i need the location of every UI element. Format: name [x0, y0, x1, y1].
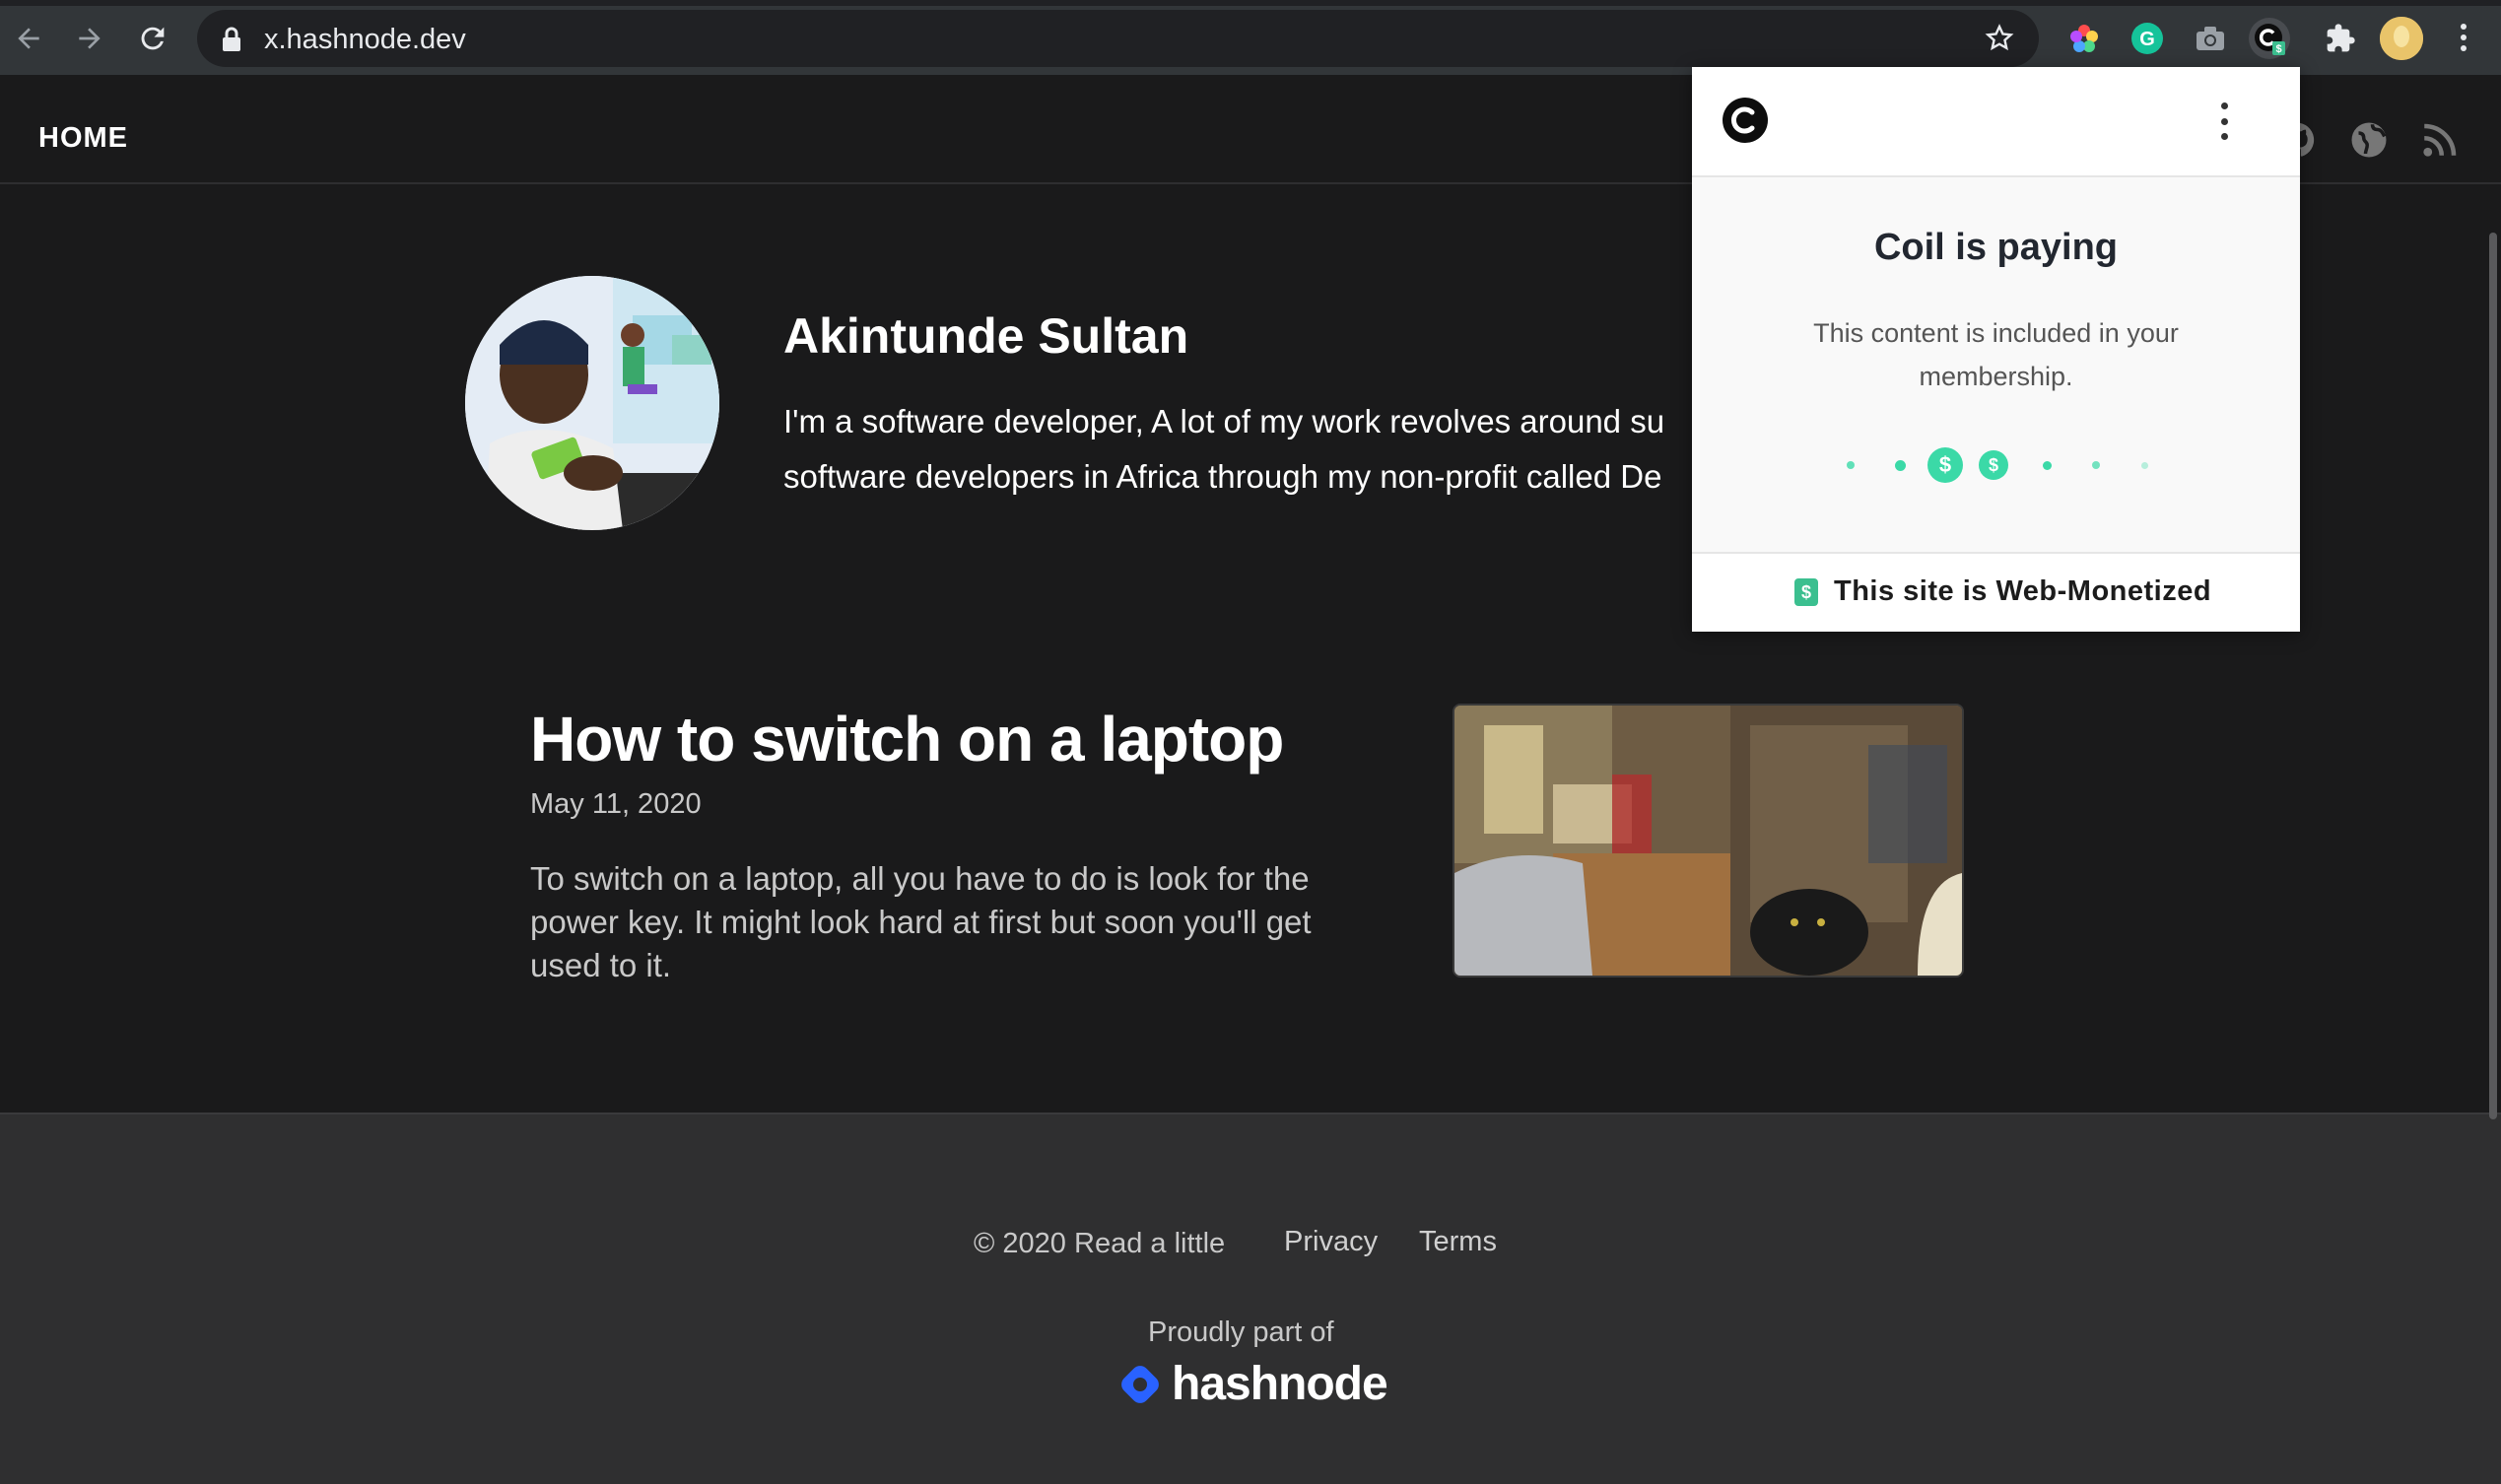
puzzle-icon	[2327, 24, 2355, 52]
coil-logo-icon	[1723, 98, 1768, 143]
tab-strip	[0, 0, 2501, 6]
lock-icon	[223, 27, 240, 51]
site-footer: © 2020 Read a little Privacy Terms Proud…	[0, 1113, 2501, 1484]
post-cover-image[interactable]	[1453, 704, 1964, 978]
coil-icon: $	[2255, 24, 2285, 55]
url-text: x.hashnode.dev	[264, 24, 466, 55]
author-photo	[465, 276, 719, 530]
proudly-part-of-text: Proudly part of	[1148, 1316, 1334, 1348]
coil-popup-header	[1692, 67, 2300, 177]
coil-payment-animation: $ $	[1692, 445, 2300, 485]
back-button[interactable]	[6, 16, 51, 61]
grammarly-extension[interactable]: G	[2127, 18, 2168, 59]
author-avatar	[465, 276, 719, 530]
extensions-menu-button[interactable]	[2320, 18, 2361, 59]
coil-status-subtitle: This content is included in your members…	[1813, 318, 2179, 391]
web-monetized-label: This site is Web-Monetized	[1834, 575, 2212, 607]
reload-button[interactable]	[130, 16, 175, 61]
author-bio: I'm a software developer, A lot of my wo…	[783, 394, 1769, 505]
payment-dot	[2092, 461, 2100, 469]
address-bar[interactable]: x.hashnode.dev	[197, 10, 2039, 67]
payment-coin: $	[1979, 450, 2008, 480]
coil-status-title: Coil is paying	[1873, 227, 2119, 268]
svg-text:$: $	[2275, 43, 2281, 55]
profile-avatar-button[interactable]	[2380, 17, 2423, 60]
author-bio-line: I'm a software developer, A lot of my wo…	[783, 403, 1665, 439]
camera-icon	[2197, 27, 2224, 50]
svg-text:G: G	[2139, 29, 2155, 50]
post-title[interactable]: How to switch on a laptop	[530, 703, 1284, 776]
privacy-link[interactable]: Privacy	[1284, 1226, 1378, 1258]
payment-dot	[2043, 461, 2052, 470]
author-bio-line: software developers in Africa through my…	[783, 458, 1662, 495]
coil-popup-body: Coil is paying This content is included …	[1692, 177, 2300, 552]
grammarly-icon: G	[2131, 23, 2163, 54]
cat-laptop-photo	[1454, 706, 1962, 976]
home-link[interactable]: HOME	[38, 122, 128, 155]
browser-toolbar: x.hashnode.dev G $	[0, 0, 2501, 75]
coil-extension[interactable]: $	[2249, 18, 2290, 59]
hashnode-brand-link[interactable]: hashnode	[1118, 1357, 1388, 1411]
bookmark-star-icon[interactable]	[1984, 23, 2015, 54]
browser-menu-button[interactable]	[2452, 18, 2475, 57]
scrollbar-thumb[interactable]	[2489, 233, 2497, 1119]
payment-dot	[2141, 462, 2148, 469]
color-picker-extension[interactable]	[2063, 18, 2105, 59]
coil-popup-footer: $ This site is Web-Monetized	[1692, 552, 2300, 632]
hashnode-wordmark: hashnode	[1172, 1358, 1388, 1410]
post-excerpt: To switch on a laptop, all you have to d…	[530, 860, 1312, 983]
color-wheel-icon	[2070, 25, 2098, 52]
payment-dot	[1895, 460, 1906, 471]
page-scrollbar[interactable]	[2485, 233, 2501, 1119]
rss-icon[interactable]	[2419, 119, 2461, 161]
hashnode-logo-icon	[1121, 1365, 1159, 1403]
screenshot-extension[interactable]	[2190, 18, 2231, 59]
monetized-dollar-icon: $	[1794, 578, 1818, 606]
author-name: Akintunde Sultan	[783, 308, 1189, 364]
user-avatar-icon	[2380, 17, 2423, 60]
terms-link[interactable]: Terms	[1419, 1226, 1497, 1258]
payment-coin: $	[1927, 447, 1963, 483]
globe-icon[interactable]	[2348, 119, 2390, 161]
forward-arrow-icon	[79, 28, 101, 49]
reload-icon	[141, 27, 165, 50]
coil-extension-popup: Coil is paying This content is included …	[1692, 67, 2300, 632]
payment-dot	[1847, 461, 1855, 469]
coil-menu-button[interactable]	[2214, 102, 2234, 140]
post-date: May 11, 2020	[530, 788, 702, 820]
forward-button[interactable]	[67, 16, 112, 61]
back-arrow-icon	[18, 28, 39, 49]
copyright-text: © 2020 Read a little	[974, 1228, 1226, 1259]
